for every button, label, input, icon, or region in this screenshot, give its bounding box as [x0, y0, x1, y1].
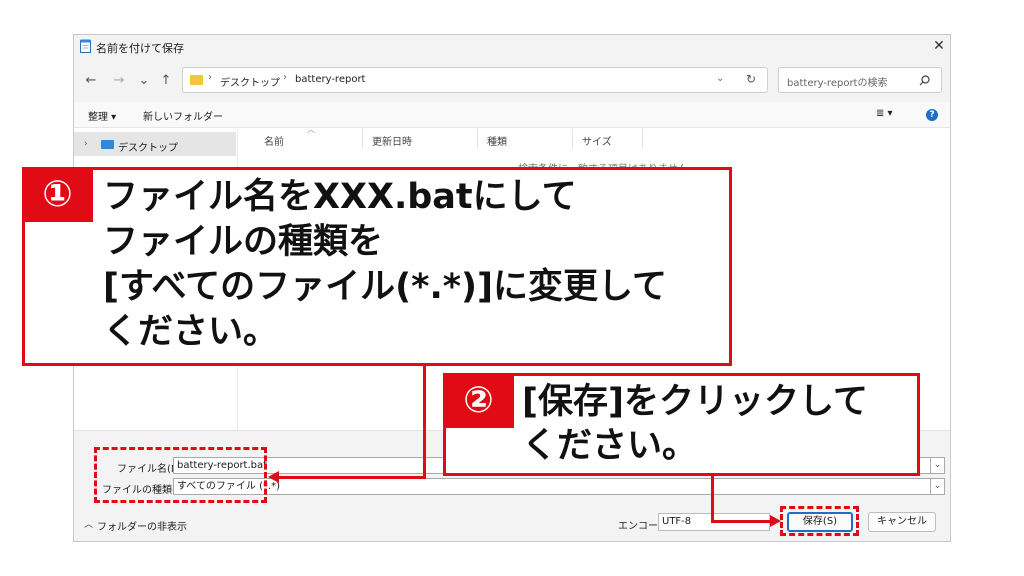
search-placeholder: battery-reportの検索 — [787, 78, 888, 89]
filetype-dropdown-icon[interactable]: ⌄ — [931, 478, 945, 495]
search-icon — [919, 75, 930, 86]
breadcrumb-chevron-icon: › — [208, 72, 212, 83]
connector-line — [278, 476, 426, 479]
arrow-right-icon — [770, 515, 781, 527]
annotation-text-1-line-3: [すべてのファイル(*.*)]に変更して — [103, 267, 667, 307]
column-type[interactable]: 種類 — [487, 133, 507, 148]
sidebar-item-label: デスクトップ — [118, 143, 178, 154]
connector-line — [423, 365, 426, 479]
column-size[interactable]: サイズ — [582, 133, 612, 148]
annotation-text-1-line-1: ファイル名をXXX.batにして — [103, 177, 577, 217]
annotation-number-2: ② — [443, 373, 514, 428]
annotation-text-1-line-4: ください。 — [103, 312, 279, 352]
column-divider[interactable] — [477, 129, 478, 149]
cancel-button[interactable]: キャンセル — [868, 512, 936, 532]
chevron-up-icon[interactable]: ︿ — [84, 517, 93, 530]
refresh-icon[interactable]: ↻ — [746, 72, 756, 86]
breadcrumb-battery-report[interactable]: battery-report — [295, 74, 365, 85]
column-name[interactable]: 名前 — [264, 133, 284, 148]
highlight-save-button — [780, 506, 859, 536]
connector-line — [711, 520, 772, 523]
title-bar — [74, 35, 950, 61]
breadcrumb-desktop[interactable]: デスクトップ — [220, 74, 280, 89]
annotation-text-2-line-2: ください。 — [522, 426, 698, 466]
filetype-select[interactable]: すべてのファイル (*.*) — [173, 478, 931, 495]
window-title: 名前を付けて保存 — [96, 42, 184, 55]
up-arrow-icon[interactable]: ↑ — [158, 72, 174, 90]
forward-arrow-icon[interactable]: → — [111, 72, 127, 90]
column-divider[interactable] — [572, 129, 573, 149]
annotation-text-1-line-2: ファイルの種類を — [103, 222, 384, 262]
column-divider[interactable] — [362, 129, 363, 149]
address-dropdown-icon[interactable]: ⌄ — [716, 73, 724, 84]
desktop-icon — [101, 140, 114, 149]
annotation-number-1: ① — [22, 167, 93, 222]
hide-folders-toggle[interactable]: フォルダーの非表示 — [97, 518, 187, 533]
recent-dropdown-icon[interactable]: ⌄ — [136, 72, 152, 90]
breadcrumb-chevron-icon: › — [283, 72, 287, 83]
annotation-text-2-line-1: [保存]をクリックして — [522, 382, 868, 422]
notepad-icon — [80, 39, 91, 53]
filename-dropdown-icon[interactable]: ⌄ — [931, 457, 945, 474]
view-options-icon[interactable]: ≣ ▾ — [876, 108, 893, 119]
close-icon[interactable]: ✕ — [930, 37, 948, 55]
back-arrow-icon[interactable]: ← — [83, 72, 99, 90]
column-divider[interactable] — [642, 129, 643, 149]
column-modified[interactable]: 更新日時 — [372, 133, 412, 148]
arrow-left-icon — [268, 471, 279, 483]
connector-line — [711, 475, 714, 523]
sort-up-icon: ︿ — [307, 125, 315, 134]
expand-chevron-icon[interactable]: › — [84, 139, 88, 149]
new-folder-button[interactable]: 新しいフォルダー — [143, 108, 223, 123]
highlight-filename-fields — [94, 447, 267, 503]
help-icon[interactable]: ? — [926, 109, 938, 121]
organize-menu[interactable]: 整理 ▾ — [88, 108, 116, 123]
folder-icon — [190, 75, 203, 85]
